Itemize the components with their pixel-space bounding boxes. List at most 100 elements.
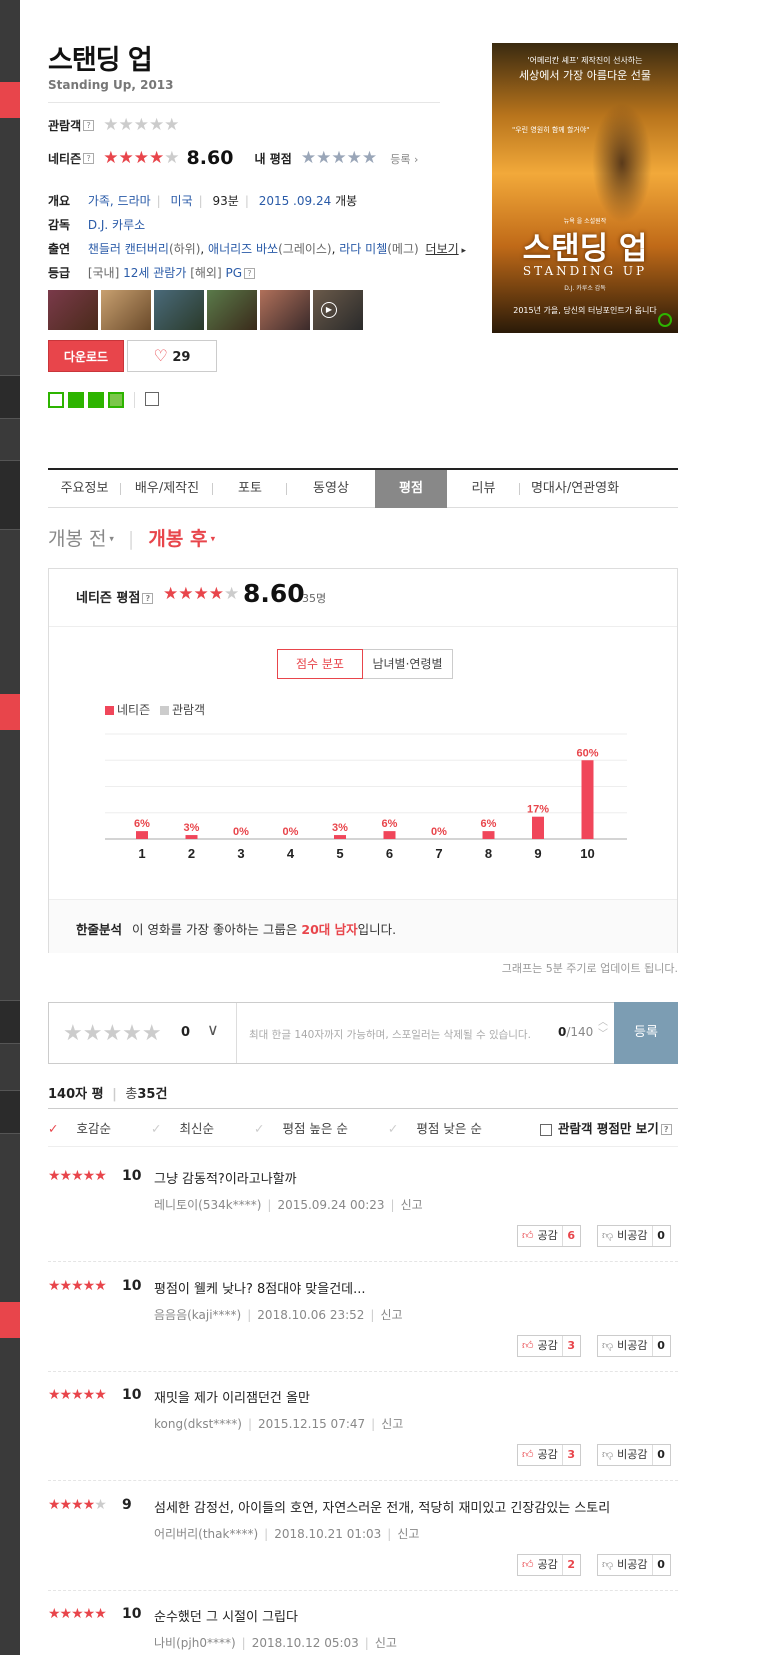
- like-label: 공감: [537, 1229, 558, 1242]
- download-button[interactable]: 다운로드: [48, 340, 124, 372]
- chart-value-label: 0%: [283, 826, 299, 838]
- like-button[interactable]: 👍︎ 공감 2: [517, 1554, 581, 1576]
- tab-main-info[interactable]: 주요정보: [48, 470, 121, 508]
- review-user[interactable]: 나비(pjh0****): [154, 1636, 236, 1650]
- sort-latest[interactable]: ✓ 최신순: [151, 1121, 232, 1136]
- help-icon[interactable]: ?: [142, 593, 154, 604]
- cast-role: (그레이스): [278, 242, 332, 256]
- photo-thumb[interactable]: [207, 290, 257, 330]
- review-score: 10: [122, 1606, 142, 1622]
- like-button[interactable]: 👍︎ 공감 6: [517, 1225, 581, 1247]
- chart-value-label: 0%: [431, 826, 447, 838]
- tab-video[interactable]: 동영상: [287, 470, 375, 508]
- score-distribution-toggle[interactable]: 점수 분포: [277, 649, 363, 679]
- submit-rating-button[interactable]: 등록: [614, 1002, 678, 1064]
- photo-thumb[interactable]: [101, 290, 151, 330]
- cast-more-link[interactable]: 더보기: [426, 242, 459, 256]
- sidebar-dark-block[interactable]: [0, 1000, 20, 1044]
- gender-age-toggle[interactable]: 남녀별·연령별: [363, 649, 453, 679]
- director-link[interactable]: D.J. 카루소: [88, 218, 145, 232]
- release-date-link[interactable]: 2015 .09.24: [259, 194, 332, 208]
- report-link[interactable]: 신고: [380, 1308, 402, 1322]
- video-thumb[interactable]: ▶: [313, 290, 363, 330]
- band-share-icon[interactable]: [108, 392, 124, 408]
- scroll-arrows-icon[interactable]: ︿ ﹀: [598, 1017, 608, 1041]
- report-link[interactable]: 신고: [401, 1198, 423, 1212]
- report-link[interactable]: 신고: [375, 1636, 397, 1650]
- divider: [48, 102, 440, 103]
- review-user[interactable]: 음음음(kaji****): [154, 1308, 241, 1322]
- review-user[interactable]: 레니토이(534k****): [154, 1198, 261, 1212]
- dislike-button[interactable]: 👎︎ 비공감 0: [597, 1335, 671, 1357]
- help-icon[interactable]: ?: [660, 1124, 672, 1135]
- help-icon[interactable]: ?: [83, 120, 95, 131]
- tab-quotes-related[interactable]: 명대사/연관영화: [520, 470, 630, 508]
- rating-box-count: 35명: [302, 592, 327, 605]
- chevron-down-icon[interactable]: ∨: [207, 1020, 219, 1039]
- sidebar-dark-block[interactable]: [0, 460, 20, 530]
- photo-thumb[interactable]: [154, 290, 204, 330]
- chart-tick-label: 7: [435, 846, 442, 861]
- tab-photo[interactable]: 포토: [213, 470, 287, 508]
- chart-tick-label: 10: [580, 846, 594, 861]
- like-button[interactable]: 👍︎ 공감 3: [517, 1444, 581, 1466]
- like-label: 공감: [537, 1448, 558, 1461]
- cast-role: (메그): [387, 242, 419, 256]
- audience-only-filter[interactable]: 관람객 평점만 보기?: [540, 1118, 672, 1137]
- input-stars[interactable]: ★★★★★: [63, 1021, 162, 1046]
- review-text: 순수했던 그 시절이 그립다: [154, 1610, 298, 1625]
- photo-thumbnails: ▶: [48, 290, 363, 330]
- cast-link[interactable]: 라다 미첼: [339, 242, 387, 256]
- report-link[interactable]: 신고: [397, 1527, 419, 1541]
- register-rating-link[interactable]: 등록 ›: [390, 153, 418, 166]
- analysis-text: 이 영화를 가장 좋아하는 그룹은: [132, 922, 302, 937]
- review-user[interactable]: kong(dkst****): [154, 1417, 242, 1431]
- grade-domestic-link[interactable]: 12세 관람가: [123, 266, 186, 280]
- like-button[interactable]: ♡ 29: [127, 340, 217, 372]
- report-link[interactable]: 신고: [381, 1417, 403, 1431]
- dislike-button[interactable]: 👎︎ 비공감 0: [597, 1554, 671, 1576]
- genre-link[interactable]: 가족, 드라마: [88, 194, 151, 208]
- sidebar-red-block[interactable]: [0, 694, 20, 730]
- help-icon[interactable]: ?: [83, 153, 95, 164]
- sort-high[interactable]: ✓ 평점 높은 순: [254, 1121, 366, 1136]
- review-user[interactable]: 어리버리(thak****): [154, 1527, 258, 1541]
- search-icon[interactable]: [658, 313, 672, 327]
- blog-share-icon[interactable]: [48, 392, 64, 408]
- sort-low[interactable]: ✓ 평점 낮은 순: [388, 1121, 500, 1136]
- tab-review[interactable]: 리뷰: [447, 470, 520, 508]
- cafe-share-icon[interactable]: [68, 392, 84, 408]
- analysis-text-end: 입니다.: [357, 922, 397, 937]
- dislike-button[interactable]: 👎︎ 비공감 0: [597, 1225, 671, 1247]
- like-button[interactable]: 👍︎ 공감 3: [517, 1335, 581, 1357]
- dislike-label: 비공감: [617, 1558, 648, 1571]
- rating-box-stars: ★★★★★: [163, 584, 240, 604]
- sort-likes[interactable]: ✓ 호감순: [48, 1121, 129, 1136]
- sidebar-red-block[interactable]: [0, 1302, 20, 1338]
- cast-link[interactable]: 챈들러 캔터버리: [88, 242, 169, 256]
- tab-cast-crew[interactable]: 배우/제작진: [121, 470, 213, 508]
- sidebar-red-block[interactable]: [0, 82, 20, 118]
- rating-distribution-box: 네티즌 평점? ★★★★★ 8.60 35명 점수 분포 남녀별·연령별 네티즌…: [48, 568, 678, 953]
- photo-thumb[interactable]: [260, 290, 310, 330]
- checkbox[interactable]: [540, 1123, 552, 1136]
- movie-poster[interactable]: '어메리칸 셰프' 제작진이 선사하는 세상에서 가장 아름다운 선물 "우린 …: [492, 43, 678, 333]
- my-rating-stars[interactable]: ★★★★★: [301, 148, 377, 168]
- sidebar-dark-block[interactable]: [0, 375, 20, 419]
- grade-row: 등급 [국내] 12세 관람가 [해외] PG?: [48, 264, 256, 281]
- tab-rating[interactable]: 평점: [375, 470, 447, 508]
- grade-foreign-link[interactable]: PG: [225, 266, 242, 280]
- sort-options: ✓ 호감순 ✓ 최신순 ✓ 평점 높은 순 ✓ 평점 낮은 순: [48, 1118, 518, 1137]
- country-link[interactable]: 미국: [171, 194, 193, 208]
- post-release-tab[interactable]: 개봉 후 ▾: [148, 528, 215, 550]
- release-toggle: 개봉 전 ▾ | 개봉 후 ▾: [48, 524, 215, 551]
- cast-link[interactable]: 애너리즈 바쏘: [208, 242, 278, 256]
- sidebar-dark-block[interactable]: [0, 1090, 20, 1134]
- comment-input[interactable]: 최대 한글 140자까지 가능하며, 스포일러는 삭제될 수 있습니다.: [249, 1027, 549, 1042]
- pre-release-tab[interactable]: 개봉 전 ▾: [48, 528, 114, 550]
- photo-thumb[interactable]: [48, 290, 98, 330]
- bookmark-share-icon[interactable]: [88, 392, 104, 408]
- share-icon[interactable]: [145, 392, 159, 406]
- help-icon[interactable]: ?: [244, 268, 256, 279]
- dislike-button[interactable]: 👎︎ 비공감 0: [597, 1444, 671, 1466]
